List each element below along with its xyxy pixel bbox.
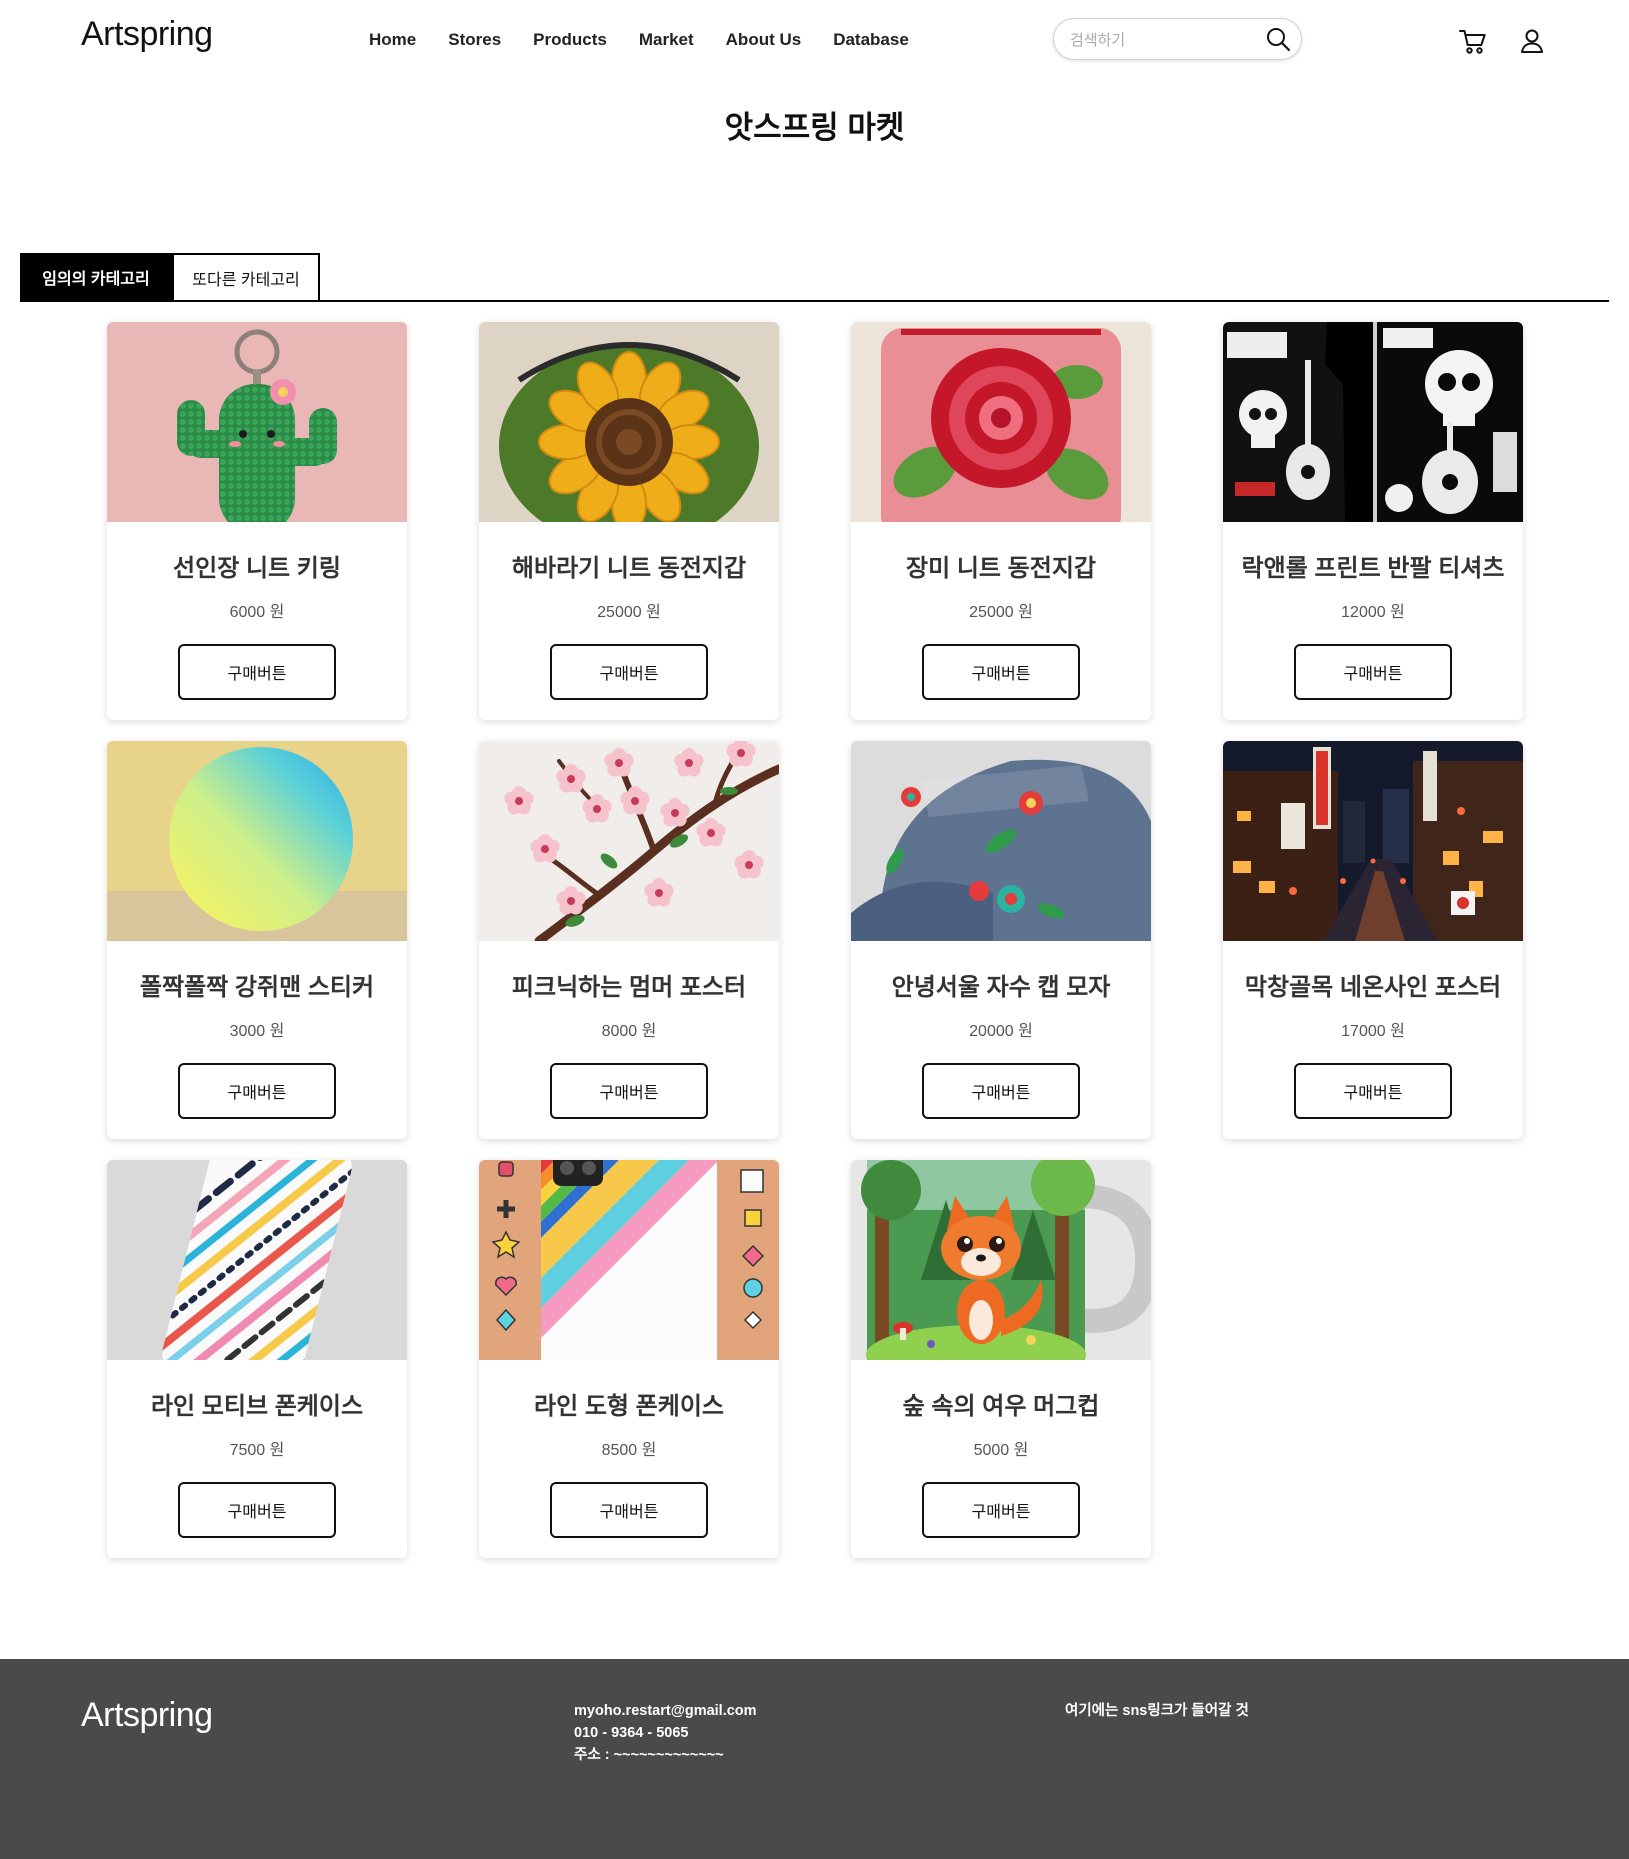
product-price: 12000 원 (1341, 604, 1405, 621)
footer-sns-note: 여기에는 sns링크가 들어갈 것 (1065, 1703, 1249, 1719)
footer-email[interactable]: myoho.restart@gmail.com (574, 1700, 757, 1722)
product-image-rose-purse[interactable] (851, 322, 1151, 522)
product-image-blossom-poster[interactable] (479, 741, 779, 941)
product-image-sunflower-purse[interactable] (479, 322, 779, 522)
nav-products[interactable]: Products (533, 28, 607, 52)
logo[interactable]: Artspring (81, 14, 213, 54)
product-card: 해바라기 니트 동전지갑 25000 원 구매버튼 (479, 322, 779, 720)
buy-button[interactable]: 구매버튼 (922, 1482, 1080, 1538)
main-nav: Home Stores Products Market About Us Dat… (369, 28, 909, 52)
search-input[interactable] (1068, 27, 1262, 53)
product-price: 25000 원 (969, 604, 1033, 621)
product-image-fox-mug[interactable] (851, 1160, 1151, 1360)
buy-button[interactable]: 구매버튼 (922, 1063, 1080, 1119)
product-image-sticker[interactable] (107, 741, 407, 941)
footer-address: 주소 : ~~~~~~~~~~~~~ (574, 1747, 724, 1763)
product-name: 숲 속의 여우 머그컵 (902, 1393, 1100, 1420)
product-name: 해바라기 니트 동전지갑 (511, 555, 747, 582)
product-card: 라인 모티브 폰케이스 7500 원 구매버튼 (107, 1160, 407, 1558)
product-card: 안녕서울 자수 캡 모자 20000 원 구매버튼 (851, 741, 1151, 1139)
product-image-embroidered-cap[interactable] (851, 741, 1151, 941)
nav-home[interactable]: Home (369, 28, 416, 52)
product-name: 피크닉하는 멈머 포스터 (511, 974, 747, 1001)
product-price: 17000 원 (1341, 1023, 1405, 1040)
product-name: 장미 니트 동전지갑 (906, 555, 1096, 582)
tab-divider (20, 300, 1609, 302)
product-card: 락앤롤 프린트 반팔 티셔츠 12000 원 구매버튼 (1223, 322, 1523, 720)
buy-button[interactable]: 구매버튼 (178, 644, 336, 700)
user-icon[interactable] (1517, 26, 1547, 56)
footer-phone: 010 - 9364 - 5065 (574, 1725, 689, 1741)
product-grid: 선인장 니트 키링 6000 원 구매버튼 해바라기 니트 동전지갑 25000… (107, 322, 1523, 1558)
tab-category-2[interactable]: 또다른 카테고리 (172, 253, 320, 300)
buy-button[interactable]: 구매버튼 (550, 1063, 708, 1119)
buy-button[interactable]: 구매버튼 (550, 644, 708, 700)
product-card: 피크닉하는 멈머 포스터 8000 원 구매버튼 (479, 741, 779, 1139)
product-price: 3000 원 (229, 1023, 285, 1040)
buy-button[interactable]: 구매버튼 (922, 644, 1080, 700)
footer: Artspring myoho.restart@gmail.com 010 - … (0, 1659, 1629, 1859)
nav-about-us[interactable]: About Us (726, 28, 802, 52)
product-price: 25000 원 (597, 604, 661, 621)
product-name: 폴짝폴짝 강쥐맨 스티커 (139, 974, 375, 1001)
cart-icon[interactable] (1458, 26, 1488, 56)
page-title: 앗스프링 마켓 (724, 110, 905, 145)
product-price: 7500 원 (229, 1442, 285, 1459)
product-name: 라인 도형 폰케이스 (534, 1393, 724, 1420)
product-image-neon-street-poster[interactable] (1223, 741, 1523, 941)
product-card: 막창골목 네온사인 포스터 17000 원 구매버튼 (1223, 741, 1523, 1139)
nav-stores[interactable]: Stores (448, 28, 501, 52)
product-card: 숲 속의 여우 머그컵 5000 원 구매버튼 (851, 1160, 1151, 1558)
product-name: 선인장 니트 키링 (173, 555, 341, 582)
product-image-cactus-keyring[interactable] (107, 322, 407, 522)
buy-button[interactable]: 구매버튼 (1294, 644, 1452, 700)
product-price: 8500 원 (601, 1442, 657, 1459)
footer-logo[interactable]: Artspring (81, 1695, 213, 1735)
product-card: 라인 도형 폰케이스 8500 원 구매버튼 (479, 1160, 779, 1558)
product-price: 20000 원 (969, 1023, 1033, 1040)
product-name: 막창골목 네온사인 포스터 (1244, 974, 1502, 1001)
nav-market[interactable]: Market (639, 28, 694, 52)
buy-button[interactable]: 구매버튼 (178, 1482, 336, 1538)
product-image-line-phone-case[interactable] (107, 1160, 407, 1360)
product-price: 8000 원 (601, 1023, 657, 1040)
product-name: 락앤롤 프린트 반팔 티셔츠 (1241, 555, 1505, 582)
product-image-rock-tshirt[interactable] (1223, 322, 1523, 522)
product-name: 안녕서울 자수 캡 모자 (891, 974, 1111, 1001)
footer-contact: myoho.restart@gmail.com 010 - 9364 - 506… (574, 1700, 757, 1766)
search-icon[interactable] (1265, 26, 1291, 52)
product-name: 라인 모티브 폰케이스 (150, 1393, 364, 1420)
product-card: 폴짝폴짝 강쥐맨 스티커 3000 원 구매버튼 (107, 741, 407, 1139)
tab-category-1[interactable]: 임의의 카테고리 (20, 253, 172, 300)
product-image-shape-phone-case[interactable] (479, 1160, 779, 1360)
product-card: 선인장 니트 키링 6000 원 구매버튼 (107, 322, 407, 720)
category-tabs: 임의의 카테고리 또다른 카테고리 (20, 253, 320, 300)
buy-button[interactable]: 구매버튼 (178, 1063, 336, 1119)
product-price: 6000 원 (229, 604, 285, 621)
search-bar (1053, 18, 1302, 60)
product-price: 5000 원 (973, 1442, 1029, 1459)
product-card: 장미 니트 동전지갑 25000 원 구매버튼 (851, 322, 1151, 720)
nav-database[interactable]: Database (833, 28, 909, 52)
buy-button[interactable]: 구매버튼 (550, 1482, 708, 1538)
buy-button[interactable]: 구매버튼 (1294, 1063, 1452, 1119)
